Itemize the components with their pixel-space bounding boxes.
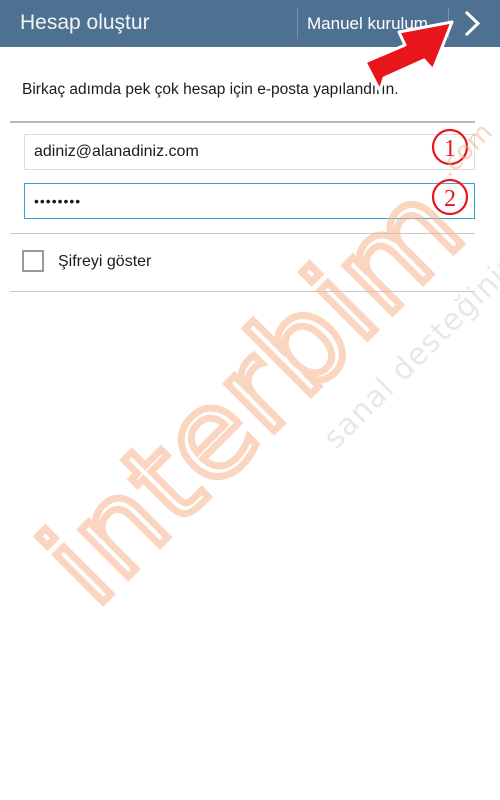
password-value: •••••••• [34,193,82,209]
page-title: Hesap oluştur [20,11,150,34]
setup-description: Birkaç adımda pek çok hesap için e-posta… [22,81,399,98]
step-marker-2-label: 2 [444,186,456,212]
show-password-label[interactable]: Şifreyi göster [58,252,151,272]
next-button[interactable] [454,0,500,47]
password-field[interactable]: •••••••• [24,183,475,219]
step-marker-2: 2 [431,178,469,216]
action-divider [448,8,449,39]
divider [10,233,475,234]
action-divider [297,8,298,39]
chevron-right-icon [464,10,481,37]
step-marker-1-label: 1 [444,136,456,162]
step-marker-1: 1 [431,128,469,166]
email-field[interactable]: adiniz@alanadiniz.com [24,134,475,170]
show-password-checkbox[interactable] [22,250,44,272]
watermark-logo: interbim [15,155,490,630]
manual-setup-button[interactable]: Manuel kurulum [307,12,428,36]
watermark-tagline: sanal desteğiniz [317,248,500,456]
divider [10,291,475,292]
divider [10,121,475,123]
watermark: interbim .com sanal desteğiniz [12,117,500,634]
action-bar: Hesap oluştur Manuel kurulum [0,0,500,47]
